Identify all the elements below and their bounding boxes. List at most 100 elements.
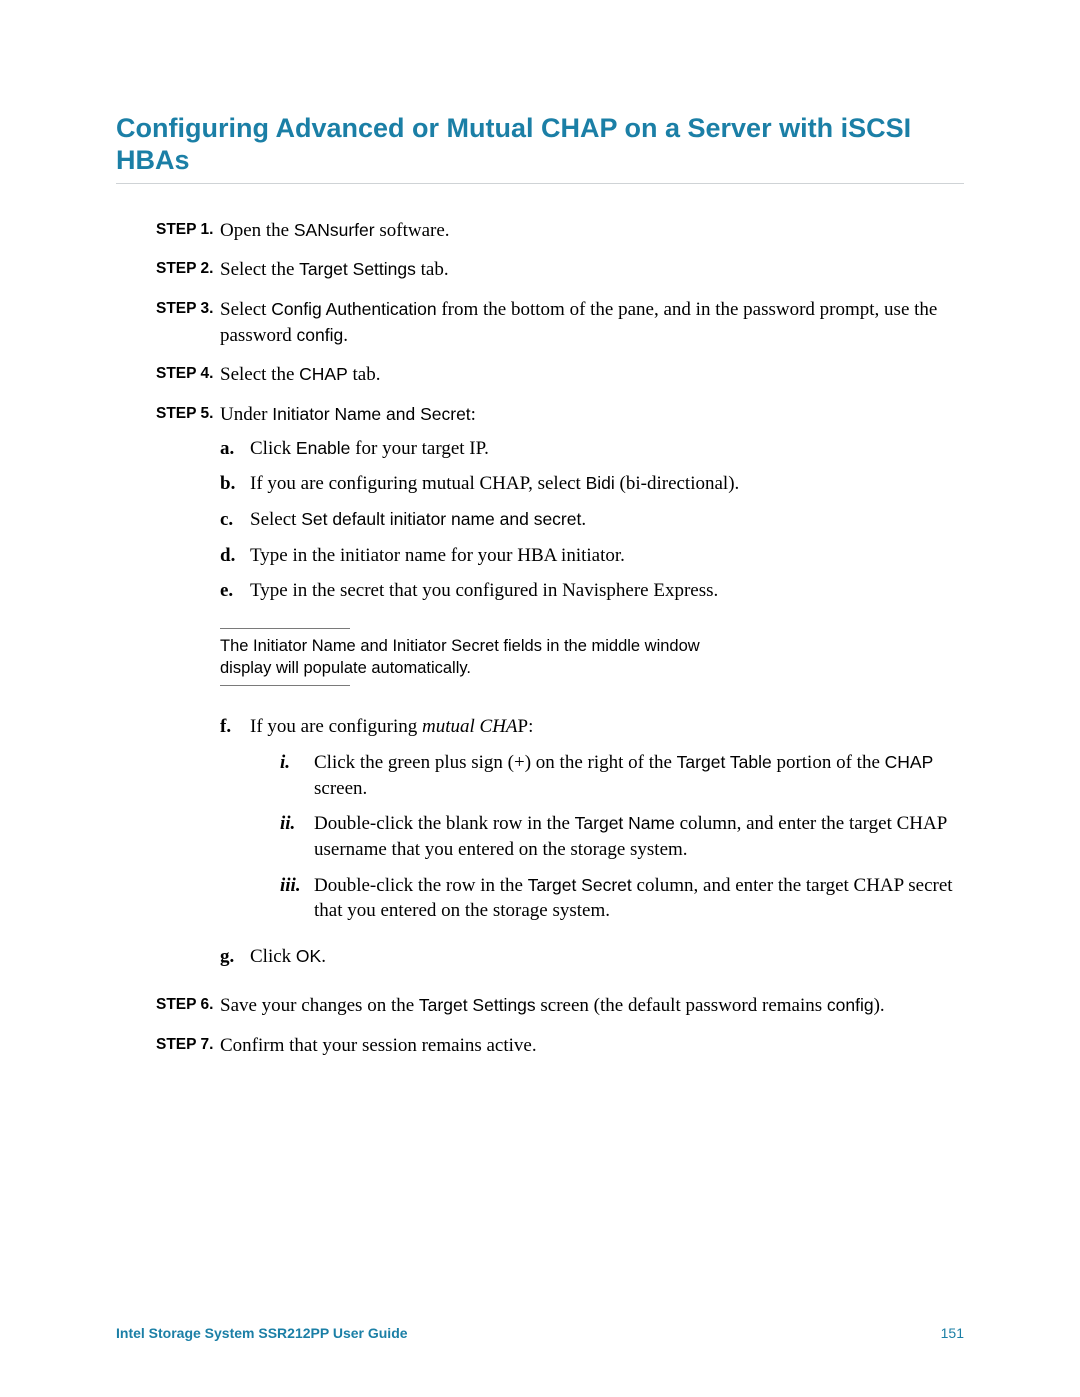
text: Click — [250, 946, 296, 967]
text: . — [321, 946, 326, 967]
ui-term: CHAP — [299, 364, 348, 384]
text: and — [356, 637, 393, 655]
step-body: Save your changes on the Target Settings… — [220, 993, 964, 1019]
step-label: STEP 3. — [156, 297, 220, 320]
roman-label: i. — [280, 750, 314, 776]
text: ). — [874, 995, 885, 1016]
ui-term: CHAP — [885, 752, 934, 772]
substep-body: Select Set default initiator name and se… — [250, 507, 964, 533]
step-label: STEP 4. — [156, 362, 220, 385]
ui-term: Config Authentication — [271, 299, 436, 319]
ui-term: Enable — [296, 438, 351, 458]
text: Open the — [220, 220, 294, 241]
text: . — [343, 325, 348, 346]
substep-label: a. — [220, 436, 250, 462]
note-text: The Initiator Name and Initiator Secret … — [220, 635, 740, 680]
ui-term: config — [827, 995, 874, 1015]
step-body: Open the SANsurfer software. — [220, 218, 964, 244]
text: screen. — [314, 778, 367, 799]
step-label: STEP 1. — [156, 218, 220, 241]
roman-list: i. Click the green plus sign (+) on the … — [280, 750, 964, 924]
step-body: Select the Target Settings tab. — [220, 257, 964, 283]
page-title: Configuring Advanced or Mutual CHAP on a… — [116, 112, 964, 177]
italic-text: mutual CHA — [422, 716, 518, 737]
ui-term: config — [297, 325, 344, 345]
substep-body: Type in the initiator name for your HBA … — [250, 543, 964, 569]
substep-body: Click Enable for your target IP. — [250, 436, 964, 462]
text: Click — [250, 438, 296, 459]
note-rule-top — [220, 628, 350, 629]
text: Click the green plus sign (+) on the rig… — [314, 752, 677, 773]
step-7: STEP 7. Confirm that your session remain… — [156, 1033, 964, 1059]
text: Select the — [220, 259, 299, 280]
note-rule-bottom — [220, 685, 350, 686]
step-label: STEP 6. — [156, 993, 220, 1016]
text: for your target IP. — [350, 438, 488, 459]
roman-body: Double-click the blank row in the Target… — [314, 811, 964, 862]
step-label: STEP 2. — [156, 257, 220, 280]
ui-term: Bidi — [586, 473, 615, 493]
text: Double-click the blank row in the — [314, 813, 575, 834]
text: If you are configuring mutual CHAP, sele… — [250, 473, 586, 494]
text: (bi-directional). — [615, 473, 740, 494]
substep-d: d. Type in the initiator name for your H… — [220, 543, 964, 569]
text: screen (the default password remains — [536, 995, 827, 1016]
roman-iii: iii. Double-click the row in the Target … — [280, 873, 964, 924]
substep-label: d. — [220, 543, 250, 569]
ui-term: Initiator Secret — [392, 637, 498, 655]
substep-e: e. Type in the secret that you configure… — [220, 578, 964, 604]
text: software. — [375, 220, 450, 241]
text: tab. — [348, 364, 381, 385]
text: The — [220, 637, 253, 655]
step-body: Select the CHAP tab. — [220, 362, 964, 388]
roman-body: Double-click the row in the Target Secre… — [314, 873, 964, 924]
steps-container: STEP 1. Open the SANsurfer software. STE… — [156, 218, 964, 1059]
step-3: STEP 3. Select Config Authentication fro… — [156, 297, 964, 348]
substeps: a. Click Enable for your target IP. b. I… — [220, 436, 964, 970]
step-5: STEP 5. Under Initiator Name and Secret:… — [156, 402, 964, 980]
substep-body: If you are configuring mutual CHAP: i. C… — [250, 714, 964, 933]
substep-label: c. — [220, 507, 250, 533]
roman-label: ii. — [280, 811, 314, 837]
text: Select — [250, 509, 301, 530]
substep-c: c. Select Set default initiator name and… — [220, 507, 964, 533]
ui-term: Target Secret — [528, 875, 632, 895]
substep-body: If you are configuring mutual CHAP, sele… — [250, 471, 964, 497]
text: Double-click the row in the — [314, 875, 528, 896]
ui-term: Set default initiator name and secret — [301, 509, 581, 529]
step-1: STEP 1. Open the SANsurfer software. — [156, 218, 964, 244]
page-footer: Intel Storage System SSR212PP User Guide… — [116, 1325, 964, 1341]
text: portion of the — [772, 752, 885, 773]
ui-term: Initiator Name — [253, 637, 356, 655]
step-2: STEP 2. Select the Target Settings tab. — [156, 257, 964, 283]
substep-a: a. Click Enable for your target IP. — [220, 436, 964, 462]
text: Select — [220, 299, 271, 320]
step-body: Under Initiator Name and Secret: a. Clic… — [220, 402, 964, 980]
ui-term: Target Name — [575, 813, 675, 833]
substep-body: Type in the secret that you configured i… — [250, 578, 964, 604]
step-label: STEP 5. — [156, 402, 220, 425]
title-rule — [116, 183, 964, 184]
ui-term: Initiator Name and Secret — [272, 404, 470, 424]
roman-body: Click the green plus sign (+) on the rig… — [314, 750, 964, 801]
step-4: STEP 4. Select the CHAP tab. — [156, 362, 964, 388]
substep-b: b. If you are configuring mutual CHAP, s… — [220, 471, 964, 497]
substep-f: f. If you are configuring mutual CHAP: i… — [220, 714, 964, 933]
step-label: STEP 7. — [156, 1033, 220, 1056]
roman-ii: ii. Double-click the blank row in the Ta… — [280, 811, 964, 862]
text: . — [581, 509, 586, 530]
substep-label: e. — [220, 578, 250, 604]
text: Select the — [220, 364, 299, 385]
ui-term: Target Settings — [299, 259, 416, 279]
text: : — [471, 404, 476, 425]
substep-label: b. — [220, 471, 250, 497]
ui-term: Target Table — [677, 752, 772, 772]
text: P: — [518, 716, 534, 737]
substep-body: Click OK. — [250, 944, 964, 970]
note-block: The Initiator Name and Initiator Secret … — [220, 628, 740, 687]
substep-label: f. — [220, 714, 250, 740]
ui-term: Target Settings — [419, 995, 536, 1015]
roman-label: iii. — [280, 873, 314, 899]
roman-i: i. Click the green plus sign (+) on the … — [280, 750, 964, 801]
ui-term: SANsurfer — [294, 220, 375, 240]
